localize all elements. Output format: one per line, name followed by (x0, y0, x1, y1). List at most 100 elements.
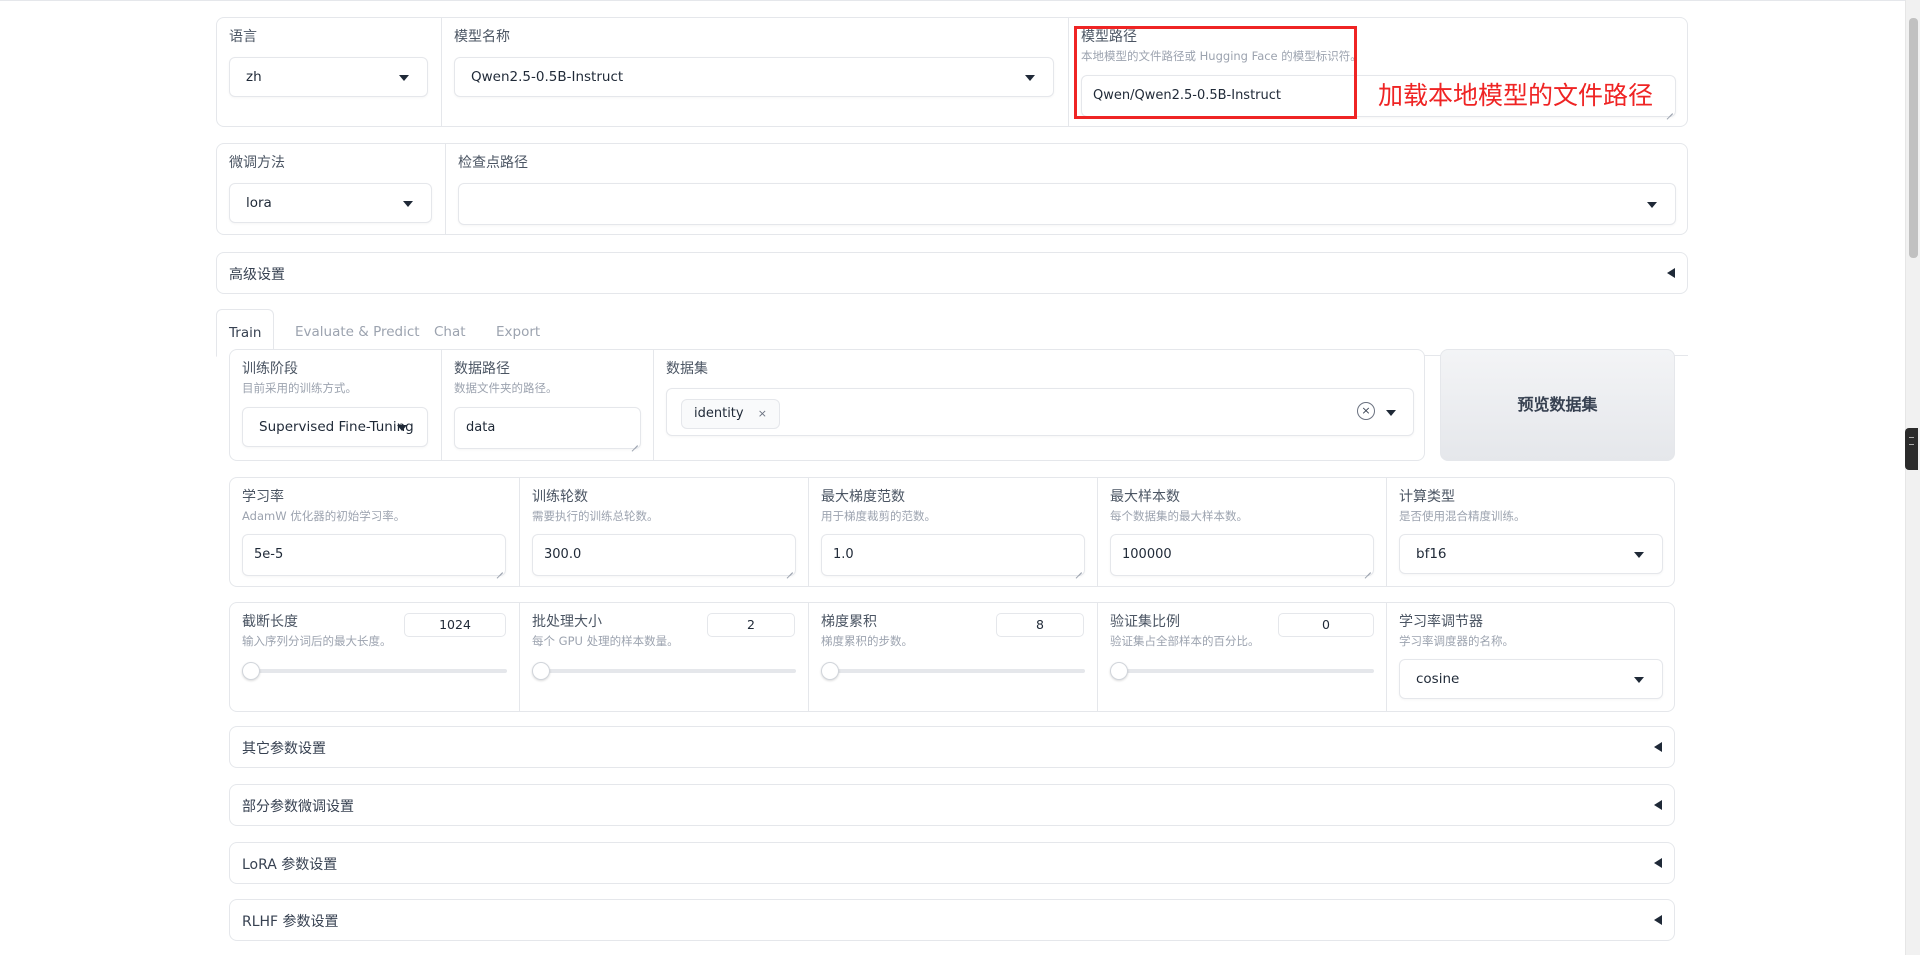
chevron-down-icon (1647, 202, 1657, 208)
extra-settings-accordion[interactable]: 其它参数设置 (229, 726, 1675, 768)
batch-size-slider[interactable] (532, 662, 796, 680)
epochs-cell: 训练轮数 需要执行的训练总轮数。 300.0 (519, 478, 808, 586)
lr-scheduler-label: 学习率调节器 (1399, 614, 1483, 630)
slider-thumb[interactable] (242, 662, 260, 680)
lang-cell: 语言 zh (217, 18, 441, 126)
cutoff-len-slider[interactable] (242, 662, 507, 680)
val-size-cell: 验证集比例 验证集占全部样本的百分比。 0 (1097, 603, 1386, 711)
max-samples-input[interactable]: 100000 (1110, 534, 1374, 576)
dataset-dir-input[interactable]: data (454, 407, 641, 449)
dataset-multiselect[interactable]: identity × × (666, 388, 1414, 436)
grad-accum-slider[interactable] (821, 662, 1085, 680)
model-name-value: Qwen2.5-0.5B-Instruct (471, 69, 624, 85)
extra-settings-title: 其它参数设置 (242, 741, 326, 757)
stage-cell: 训练阶段 目前采用的训练方式。 Supervised Fine-Tuning (230, 350, 441, 460)
compute-type-select[interactable]: bf16 (1399, 534, 1663, 574)
rlhf-settings-accordion[interactable]: RLHF 参数设置 (229, 899, 1675, 941)
finetuning-select[interactable]: lora (229, 183, 432, 223)
checkpoint-select[interactable] (458, 183, 1676, 225)
stage-select[interactable]: Supervised Fine-Tuning (242, 407, 428, 447)
scrollbar-thumb[interactable] (1909, 18, 1918, 258)
grad-accum-number[interactable]: 8 (996, 613, 1084, 637)
compute-type-label: 计算类型 (1399, 489, 1455, 505)
dataset-label: 数据集 (666, 361, 708, 377)
max-grad-norm-label: 最大梯度范数 (821, 489, 905, 505)
max-samples-label: 最大样本数 (1110, 489, 1180, 505)
chevron-down-icon (1386, 410, 1396, 416)
lora-settings-accordion[interactable]: LoRA 参数设置 (229, 842, 1675, 884)
side-panel-handle[interactable] (1905, 428, 1918, 470)
resize-handle-icon[interactable] (1074, 565, 1082, 573)
compute-type-cell: 计算类型 是否使用混合精度训练。 bf16 (1386, 478, 1674, 586)
lora-settings-title: LoRA 参数设置 (242, 857, 338, 873)
max-grad-norm-info: 用于梯度裁剪的范数。 (821, 509, 936, 523)
resize-handle-icon[interactable] (1363, 565, 1371, 573)
cutoff-len-number[interactable]: 1024 (404, 613, 506, 637)
slider-thumb[interactable] (1110, 662, 1128, 680)
chevron-down-icon (1634, 552, 1644, 558)
lr-scheduler-value: cosine (1416, 671, 1460, 687)
max-samples-value: 100000 (1122, 547, 1172, 562)
chevron-down-icon (1025, 75, 1035, 81)
compute-type-value: bf16 (1416, 546, 1447, 562)
preview-dataset-label: 预览数据集 (1517, 395, 1598, 414)
learning-rate-label: 学习率 (242, 489, 284, 505)
preview-dataset-button[interactable]: 预览数据集 (1440, 349, 1675, 461)
lang-value: zh (246, 69, 262, 85)
advanced-settings-accordion[interactable]: 高级设置 (216, 252, 1688, 294)
checkpoint-label: 检查点路径 (458, 155, 528, 171)
lr-scheduler-select[interactable]: cosine (1399, 659, 1663, 699)
scrollbar[interactable] (1905, 0, 1920, 955)
collapse-triangle-icon (1654, 800, 1662, 810)
collapse-triangle-icon (1654, 915, 1662, 925)
stage-info: 目前采用的训练方式。 (242, 381, 357, 395)
learning-rate-input[interactable]: 5e-5 (242, 534, 506, 576)
freeze-settings-accordion[interactable]: 部分参数微调设置 (229, 784, 1675, 826)
val-size-number[interactable]: 0 (1278, 613, 1374, 637)
dataset-cell: 数据集 identity × × (653, 350, 1424, 460)
model-name-cell: 模型名称 Qwen2.5-0.5B-Instruct (441, 18, 1068, 126)
dataset-chip-label: identity (694, 406, 744, 421)
epochs-value: 300.0 (544, 547, 582, 562)
max-grad-norm-input[interactable]: 1.0 (821, 534, 1085, 576)
learning-rate-value: 5e-5 (254, 547, 284, 562)
resize-handle-icon[interactable] (630, 438, 638, 446)
rlhf-settings-title: RLHF 参数设置 (242, 914, 339, 930)
resize-handle-icon[interactable] (495, 565, 503, 573)
clear-icon[interactable]: × (1357, 402, 1375, 420)
finetuning-label: 微调方法 (229, 155, 285, 171)
max-samples-cell: 最大样本数 每个数据集的最大样本数。 100000 (1097, 478, 1386, 586)
highlight-box (1074, 26, 1357, 119)
lr-scheduler-info: 学习率调度器的名称。 (1399, 634, 1514, 648)
model-row: 语言 zh 模型名称 Qwen2.5-0.5B-Instruct 模型路径 本地… (216, 17, 1688, 127)
max-grad-norm-value: 1.0 (833, 547, 854, 562)
batch-size-number[interactable]: 2 (707, 613, 795, 637)
lang-label: 语言 (229, 29, 257, 45)
resize-handle-icon[interactable] (1665, 106, 1673, 114)
max-samples-info: 每个数据集的最大样本数。 (1110, 509, 1248, 523)
chip-remove-icon[interactable]: × (758, 407, 767, 420)
train-row-2: 学习率 AdamW 优化器的初始学习率。 5e-5 训练轮数 需要执行的训练总轮… (229, 477, 1675, 587)
slider-thumb[interactable] (821, 662, 839, 680)
advanced-settings-title: 高级设置 (229, 267, 285, 283)
finetuning-cell: 微调方法 lora (217, 144, 445, 234)
chevron-down-icon (1634, 677, 1644, 683)
epochs-input[interactable]: 300.0 (532, 534, 796, 576)
method-row: 微调方法 lora 检查点路径 (216, 143, 1688, 235)
lang-select[interactable]: zh (229, 57, 428, 97)
grad-accum-cell: 梯度累积 梯度累积的步数。 8 (808, 603, 1097, 711)
epochs-info: 需要执行的训练总轮数。 (532, 509, 659, 523)
val-size-slider[interactable] (1110, 662, 1374, 680)
chevron-down-icon (399, 75, 409, 81)
dataset-dir-info: 数据文件夹的路径。 (454, 381, 558, 395)
collapse-triangle-icon (1654, 742, 1662, 752)
slider-thumb[interactable] (532, 662, 550, 680)
batch-size-cell: 批处理大小 每个 GPU 处理的样本数量。 2 (519, 603, 808, 711)
model-name-label: 模型名称 (454, 29, 510, 45)
dataset-dir-label: 数据路径 (454, 361, 510, 377)
learning-rate-cell: 学习率 AdamW 优化器的初始学习率。 5e-5 (230, 478, 519, 586)
model-name-select[interactable]: Qwen2.5-0.5B-Instruct (454, 57, 1054, 97)
chevron-down-icon (403, 201, 413, 207)
resize-handle-icon[interactable] (785, 565, 793, 573)
checkpoint-cell: 检查点路径 (445, 144, 1687, 234)
